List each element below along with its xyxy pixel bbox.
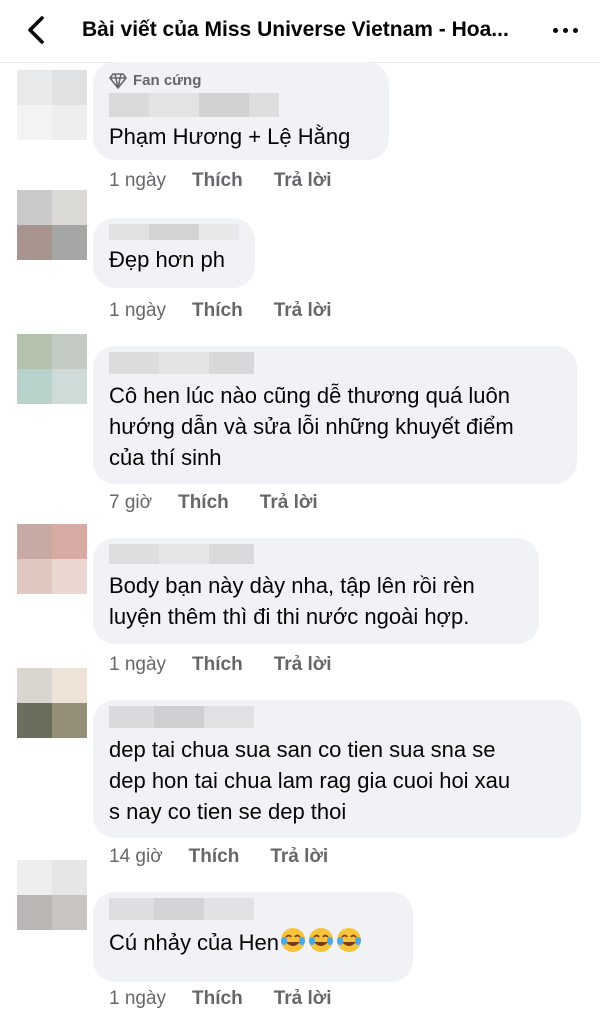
comment-actions: 1 ngày Thích Trả lời [109, 988, 332, 1010]
chevron-left-icon [28, 16, 44, 44]
top-bar: Bài viết của Miss Universe Vietnam - Hoa… [0, 0, 600, 63]
comment-bubble[interactable]: Cô hen lúc nào cũng dễ thương quá luôn h… [93, 346, 577, 484]
comment-time: 14 giờ [109, 846, 163, 867]
comment-text-line: Cô hen lúc nào cũng dễ thương quá luôn [109, 383, 511, 408]
comment-text-content: Cú nhảy của Hen [109, 930, 279, 955]
author-name-blurred[interactable] [109, 224, 239, 240]
comment-actions: 7 giờ Thích Trả lời [109, 492, 318, 514]
comment-bubble[interactable]: Cú nhảy của Hen [93, 892, 413, 982]
avatar[interactable] [17, 190, 87, 260]
comment-text-line: dep hon tai chua lam rag gia cuoi hoi xa… [109, 768, 511, 793]
comment-time: 1 ngày [109, 654, 167, 675]
face-with-tears-of-joy-icon [279, 926, 307, 962]
comment-text: Cú nhảy của Hen [109, 926, 397, 962]
avatar[interactable] [17, 860, 87, 930]
comment-time: 1 ngày [109, 170, 167, 191]
comment-bubble[interactable]: Đẹp hơn ph [93, 218, 255, 288]
face-with-tears-of-joy-icon [307, 926, 335, 962]
like-button[interactable]: Thích [189, 846, 240, 868]
more-dot [572, 27, 578, 33]
diamond-icon [109, 72, 127, 89]
comment-text-line: Body bạn này dày nha, tập lên rồi rèn [109, 573, 475, 598]
reply-button[interactable]: Trả lời [274, 170, 332, 192]
comment-time: 1 ngày [109, 988, 167, 1009]
like-button[interactable]: Thích [192, 988, 243, 1010]
more-dot [562, 27, 568, 33]
comment-actions: 1 ngày Thích Trả lời [109, 654, 332, 676]
comment-actions: 1 ngày Thích Trả lời [109, 170, 332, 192]
more-options-button[interactable] [548, 16, 582, 44]
comment-text-line: hướng dẫn và sửa lỗi những khuyết điểm [109, 414, 514, 439]
like-button[interactable]: Thích [192, 170, 243, 192]
avatar[interactable] [17, 334, 87, 404]
like-button[interactable]: Thích [192, 300, 243, 322]
author-name-blurred[interactable] [109, 898, 397, 920]
reply-button[interactable]: Trả lời [274, 988, 332, 1010]
author-name-blurred[interactable] [109, 544, 523, 564]
like-button[interactable]: Thích [192, 654, 243, 676]
reply-button[interactable]: Trả lời [270, 846, 328, 868]
author-name-blurred[interactable] [109, 706, 565, 728]
comment-bubble[interactable]: Body bạn này dày nha, tập lên rồi rèn lu… [93, 538, 539, 644]
avatar[interactable] [17, 668, 87, 738]
author-name-blurred[interactable] [109, 352, 561, 374]
comment-text-line: s nay co tien se dep thoi [109, 799, 347, 824]
page-title: Bài viết của Miss Universe Vietnam - Hoa… [82, 18, 509, 41]
comment-time: 7 giờ [109, 492, 153, 513]
badge-label: Fan cứng [133, 72, 202, 89]
comment-text: Phạm Hương + Lệ Hằng [109, 124, 351, 149]
like-button[interactable]: Thích [178, 492, 229, 514]
reply-button[interactable]: Trả lời [260, 492, 318, 514]
reply-button[interactable]: Trả lời [274, 300, 332, 322]
comment-text-line: của thí sinh [109, 445, 222, 470]
reply-button[interactable]: Trả lời [274, 654, 332, 676]
face-with-tears-of-joy-icon [335, 926, 363, 962]
comment-time: 1 ngày [109, 300, 167, 321]
author-name-blurred[interactable] [109, 93, 373, 117]
back-button[interactable] [18, 12, 54, 48]
avatar[interactable] [17, 524, 87, 594]
avatar[interactable] [17, 70, 87, 140]
comment-text: Đẹp hơn ph [109, 247, 225, 272]
comment-actions: 1 ngày Thích Trả lời [109, 300, 332, 322]
comment-text-line: dep tai chua sua san co tien sua sna se [109, 737, 496, 762]
comment-text-line: luyện thêm thì đi thi nước ngoài hợp. [109, 604, 470, 629]
comment-bubble[interactable]: dep tai chua sua san co tien sua sna se … [93, 700, 581, 838]
more-horizontal-icon [552, 27, 558, 33]
comment-bubble[interactable]: Fan cứng Phạm Hương + Lệ Hằng [93, 62, 389, 160]
comment-actions: 14 giờ Thích Trả lời [109, 846, 328, 868]
top-fan-badge: Fan cứng [109, 72, 373, 89]
